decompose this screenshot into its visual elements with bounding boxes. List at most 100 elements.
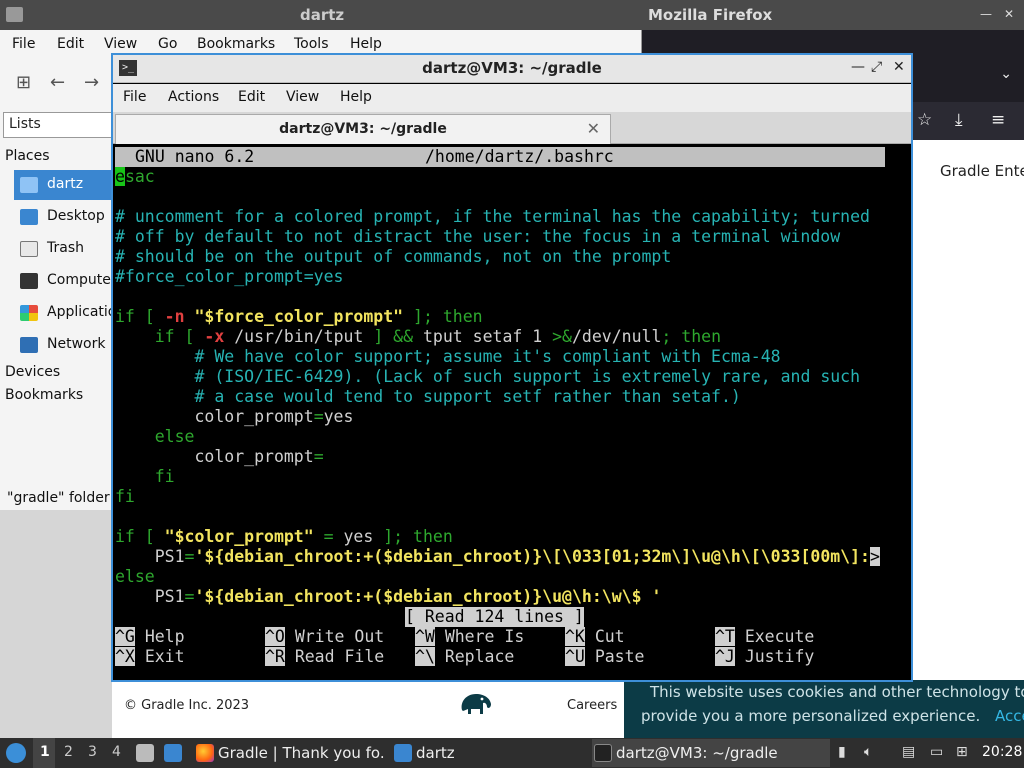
- sidebar-item-trash[interactable]: Trash: [14, 234, 112, 264]
- forward-arrow-icon[interactable]: →: [84, 72, 99, 93]
- workspace-2[interactable]: 2: [64, 744, 73, 760]
- nano-shortcut[interactable]: ^K Cut: [565, 627, 625, 647]
- nano-shortcut[interactable]: ^\ Replace: [415, 647, 514, 667]
- nano-token: sac: [124, 167, 155, 186]
- sidebar-item-computer[interactable]: Computer: [14, 266, 112, 296]
- sidebar-item-dartz[interactable]: dartz: [14, 170, 112, 200]
- nano-token: if [: [115, 307, 165, 326]
- cookie-banner: This website uses cookies and other tech…: [624, 680, 1024, 738]
- shortcut-label: Where Is: [444, 627, 525, 646]
- hamburger-menu-icon[interactable]: ≡: [991, 110, 1005, 130]
- workspace-3[interactable]: 3: [88, 744, 97, 760]
- menu-edit[interactable]: Edit: [238, 89, 265, 105]
- nano-line: color_prompt=: [115, 447, 323, 467]
- shortcut-key: ^T: [715, 627, 735, 646]
- nano-token: >: [870, 547, 880, 566]
- folder-icon: [6, 7, 23, 22]
- star-bookmark-icon[interactable]: ☆: [917, 110, 932, 130]
- workspace-4[interactable]: 4: [112, 744, 121, 760]
- nano-token: # a case would tend to support setf rath…: [194, 387, 741, 406]
- cpu-monitor-icon[interactable]: ▮: [838, 744, 846, 760]
- chevron-down-icon[interactable]: ⌄: [1000, 66, 1012, 82]
- nano-shortcut[interactable]: ^O Write Out: [265, 627, 384, 647]
- menu-help[interactable]: Help: [340, 89, 372, 105]
- network-tray-icon[interactable]: ▭: [930, 744, 943, 760]
- nano-token: [314, 527, 324, 546]
- show-desktop-button[interactable]: [134, 739, 158, 767]
- menu-view[interactable]: View: [286, 89, 319, 105]
- nano-token: -x: [204, 327, 225, 346]
- nano-shortcut[interactable]: ^T Execute: [715, 627, 814, 647]
- menu-view[interactable]: View: [104, 36, 137, 52]
- nano-shortcut[interactable]: ^W Where Is: [415, 627, 524, 647]
- volume-icon[interactable]: 🔈︎: [864, 744, 872, 760]
- minimize-icon[interactable]: —: [980, 7, 992, 21]
- nano-shortcut[interactable]: ^X Exit: [115, 647, 185, 667]
- task-firefox[interactable]: Gradle | Thank you fo...: [194, 739, 384, 767]
- bookmarks-header: Bookmarks: [5, 387, 84, 403]
- nano-line: fi: [115, 467, 175, 487]
- sidebar-view-select[interactable]: Lists: [3, 112, 113, 138]
- nano-shortcut[interactable]: ^U Paste: [565, 647, 644, 667]
- nano-shortcut[interactable]: ^R Read File: [265, 647, 384, 667]
- shortcut-key: ^G: [115, 627, 135, 646]
- nano-token: if [: [115, 527, 165, 546]
- nano-token: PS1: [115, 547, 185, 566]
- nano-line: # We have color support; assume it's com…: [115, 347, 780, 367]
- nano-editor[interactable]: GNU nano 6.2/home/dartz/.bashrc esac # un…: [113, 144, 911, 680]
- task-label: Gradle | Thank you fo...: [218, 744, 384, 762]
- clipboard-icon[interactable]: ▤: [902, 744, 915, 760]
- minimize-icon[interactable]: —: [851, 59, 865, 75]
- nano-line: if [ "$color_prompt" = yes ]; then: [115, 527, 453, 547]
- nano-line: else: [115, 567, 155, 587]
- trash-icon: [20, 241, 38, 257]
- gradle-elephant-logo-icon[interactable]: [458, 688, 494, 722]
- sidebar-item-applications[interactable]: Applications: [14, 298, 112, 328]
- menu-help[interactable]: Help: [350, 36, 382, 52]
- menu-bookmarks[interactable]: Bookmarks: [197, 36, 275, 52]
- cookie-accept-button[interactable]: Accept: [995, 707, 1024, 725]
- new-tab-icon[interactable]: ⊞: [16, 72, 31, 93]
- close-tab-icon[interactable]: ✕: [587, 119, 600, 138]
- nano-shortcut[interactable]: ^J Justify: [715, 647, 814, 667]
- folder-icon: [394, 744, 412, 762]
- maximize-icon[interactable]: ⤢: [871, 59, 882, 75]
- file-manager-launcher[interactable]: [162, 739, 186, 767]
- menu-file[interactable]: File: [123, 89, 146, 105]
- menu-go[interactable]: Go: [158, 36, 177, 52]
- nano-token: # off by default to not distract the use…: [115, 227, 841, 246]
- nano-status-message: [ Read 124 lines ]: [405, 607, 584, 627]
- nano-line: # should be on the output of commands, n…: [115, 247, 671, 267]
- menu-file[interactable]: File: [12, 36, 35, 52]
- start-menu-icon[interactable]: [6, 743, 26, 763]
- nano-line: else: [115, 427, 195, 447]
- close-icon[interactable]: ✕: [893, 59, 905, 75]
- terminal-tab[interactable]: dartz@VM3: ~/gradle ✕: [115, 114, 611, 144]
- shortcut-label: Help: [144, 627, 185, 646]
- nano-line: if [ -n "$force_color_prompt" ]; then: [115, 307, 483, 327]
- menu-actions[interactable]: Actions: [168, 89, 219, 105]
- workspace-1[interactable]: 1: [40, 744, 50, 760]
- nano-shortcut[interactable]: ^G Help: [115, 627, 185, 647]
- menu-edit[interactable]: Edit: [57, 36, 84, 52]
- nano-token: [403, 307, 413, 326]
- task-file-manager[interactable]: dartz: [392, 739, 572, 767]
- nano-line: color_prompt=yes: [115, 407, 353, 427]
- nano-token: color_prompt: [115, 407, 314, 426]
- footer-careers-link[interactable]: Careers: [567, 698, 617, 713]
- task-terminal[interactable]: dartz@VM3: ~/gradle: [592, 739, 830, 767]
- firefox-titlebar[interactable]: Mozilla Firefox — ✕: [642, 0, 1024, 30]
- download-icon[interactable]: ⤓: [955, 110, 963, 130]
- sidebar-item-desktop[interactable]: Desktop: [14, 202, 112, 232]
- sidebar-item-network[interactable]: Network: [14, 330, 112, 360]
- back-arrow-icon[interactable]: ←: [50, 72, 65, 93]
- terminal-window: >_ dartz@VM3: ~/gradle — ⤢ ✕ File Action…: [111, 53, 913, 682]
- updates-icon[interactable]: ⊞: [956, 744, 968, 760]
- close-icon[interactable]: ✕: [1004, 7, 1014, 21]
- menu-tools[interactable]: Tools: [294, 36, 329, 52]
- nano-token: -n: [164, 307, 185, 326]
- network-icon: [20, 337, 38, 353]
- terminal-titlebar[interactable]: >_ dartz@VM3: ~/gradle — ⤢ ✕: [113, 55, 911, 83]
- file-manager-titlebar[interactable]: dartz: [0, 0, 642, 30]
- firefox-title: Mozilla Firefox: [648, 6, 773, 24]
